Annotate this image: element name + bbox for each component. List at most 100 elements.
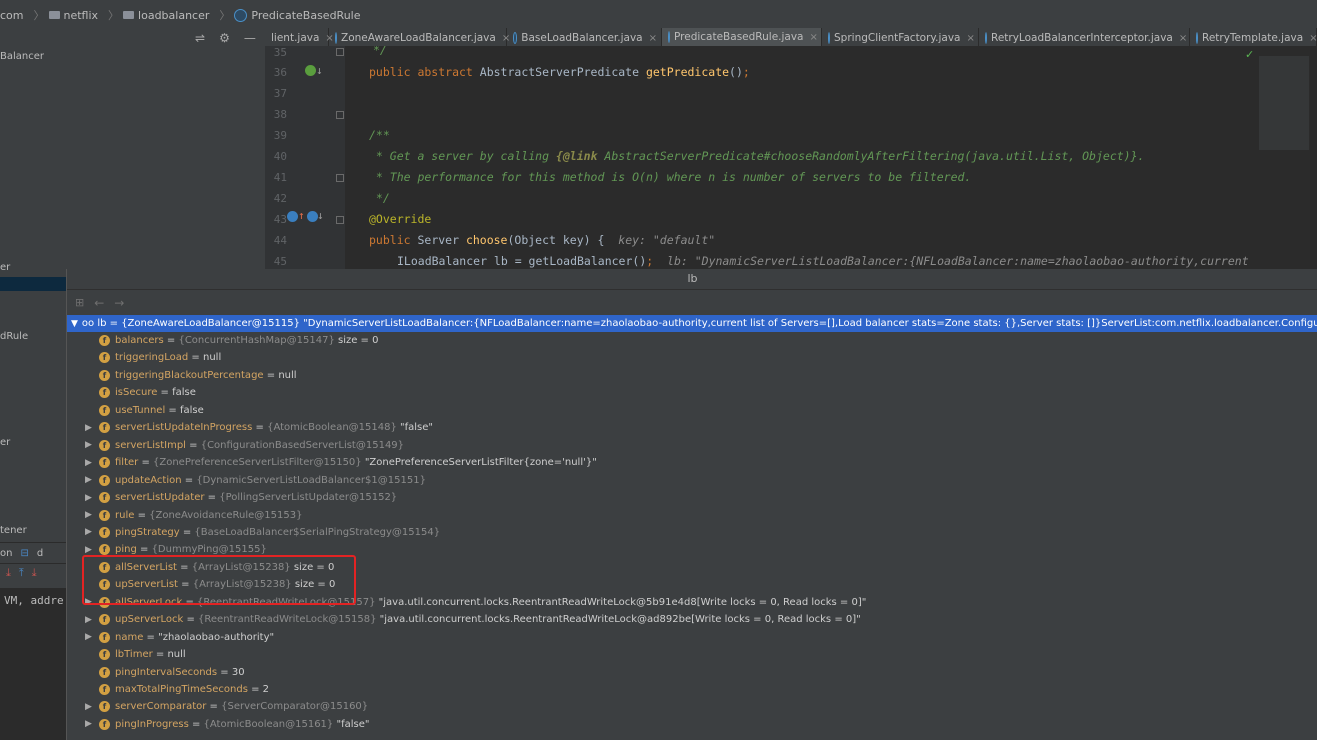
tab-spring-client-factory[interactable]: SpringClientFactory.java ×: [822, 28, 979, 48]
expand-arrow-icon[interactable]: ▼: [71, 319, 78, 329]
close-icon[interactable]: ×: [1179, 33, 1187, 44]
gear-icon[interactable]: ⚙: [219, 31, 230, 45]
close-icon[interactable]: ×: [649, 33, 657, 44]
field-name: serverComparator: [115, 701, 207, 713]
back-arrow-icon[interactable]: ←: [94, 296, 104, 310]
code-editor[interactable]: */ public abstract AbstractServerPredica…: [345, 46, 1257, 270]
field-name: name: [115, 631, 144, 643]
field-text: ping = {DummyPing@15155}: [115, 544, 267, 556]
breadcrumb-item-loadbalancer[interactable]: loadbalancer: [123, 9, 209, 22]
field-name: triggeringLoad: [115, 352, 189, 364]
field-name: pingInProgress: [115, 718, 189, 730]
expand-arrow-icon[interactable]: ▶: [85, 475, 92, 485]
step-down-icon[interactable]: ⤓: [6, 566, 11, 580]
tab-zone-aware-load-balancer[interactable]: ZoneAwareLoadBalancer.java ×: [329, 28, 510, 48]
project-item[interactable]: dRule: [0, 331, 28, 342]
close-icon[interactable]: ×: [1309, 33, 1317, 44]
fold-icon[interactable]: [336, 48, 344, 56]
minimap[interactable]: ✓: [1245, 46, 1317, 270]
field-row-triggeringBlackoutPercentage[interactable]: f triggeringBlackoutPercentage = null: [67, 367, 1317, 384]
field-icon: f: [99, 684, 110, 695]
tree-root-row[interactable]: ▼ oo lb = {ZoneAwareLoadBalancer@15115} …: [67, 315, 1317, 332]
breadcrumb-item-com[interactable]: com: [0, 9, 24, 22]
field-row-serverListImpl[interactable]: ▶ f serverListImpl = {ConfigurationBasedSe…: [67, 437, 1317, 454]
field-text: triggeringBlackoutPercentage = null: [115, 369, 297, 381]
debug-tab[interactable]: on: [0, 548, 12, 559]
tab-predicate-based-rule[interactable]: PredicateBasedRule.java ×: [662, 28, 822, 48]
field-row-pingInProgress[interactable]: ▶ f pingInProgress = {AtomicBoolean@15161}…: [67, 716, 1317, 733]
field-icon: f: [99, 387, 110, 399]
fold-icon[interactable]: [336, 111, 344, 119]
field-row-balancers[interactable]: f balancers = {ConcurrentHashMap@15147} s…: [67, 332, 1317, 349]
tree-icon[interactable]: ⊞: [75, 296, 84, 309]
tab-retry-load-balancer-interceptor[interactable]: RetryLoadBalancerInterceptor.java ×: [979, 28, 1190, 48]
project-item-selected[interactable]: [0, 277, 66, 291]
field-icon: f: [99, 439, 110, 451]
expand-arrow-icon[interactable]: ▶: [85, 702, 92, 712]
popup-toolbar: ⊞ ← →: [67, 290, 1317, 315]
close-icon[interactable]: ×: [810, 32, 818, 43]
expand-arrow-icon[interactable]: ▶: [85, 527, 92, 537]
field-text: lbTimer = null: [115, 649, 186, 661]
expand-arrow-icon[interactable]: ▶: [85, 632, 92, 642]
minimize-icon[interactable]: —: [244, 31, 256, 45]
tab-label: ZoneAwareLoadBalancer.java: [341, 32, 496, 44]
tab-retry-template[interactable]: RetryTemplate.java ×: [1190, 28, 1317, 48]
implements-icon[interactable]: [305, 65, 316, 76]
line-number: 40: [273, 150, 287, 163]
field-row-pingIntervalSeconds[interactable]: f pingIntervalSeconds = 30: [67, 664, 1317, 681]
expand-arrow-icon[interactable]: ▶: [85, 493, 92, 503]
field-row-serverComparator[interactable]: ▶ f serverComparator = {ServerComparator@1…: [67, 698, 1317, 715]
field-row-isSecure[interactable]: f isSecure = false: [67, 384, 1317, 401]
forward-arrow-icon[interactable]: →: [114, 296, 124, 310]
tab-base-load-balancer[interactable]: BaseLoadBalancer.java ×: [507, 28, 662, 48]
field-row-filter[interactable]: ▶ f filter = {ZonePreferenceServerListFilt…: [67, 454, 1317, 471]
project-item[interactable]: Balancer: [0, 51, 44, 62]
field-row-serverListUpdateInProgress[interactable]: ▶ f serverListUpdateInProgress = {AtomicBo…: [67, 419, 1317, 436]
field-icon: f: [99, 457, 110, 469]
field-row-maxTotalPingTimeSeconds[interactable]: f maxTotalPingTimeSeconds = 2: [67, 681, 1317, 698]
expand-arrow-icon[interactable]: ▶: [85, 719, 92, 729]
breadcrumb-item-netflix[interactable]: netflix: [48, 9, 98, 22]
step-out-icon[interactable]: ⤓: [32, 566, 37, 580]
field-row-useTunnel[interactable]: f useTunnel = false: [67, 402, 1317, 419]
field-row-updateAction[interactable]: ▶ f updateAction = {DynamicServerListLoadB…: [67, 472, 1317, 489]
project-item[interactable]: er: [0, 437, 10, 448]
close-icon[interactable]: ×: [966, 33, 974, 44]
breadcrumb: com 〉 netflix 〉 loadbalancer 〉 Predicate…: [0, 0, 1317, 31]
code-line-40: * The performance for this method is O(n…: [369, 170, 972, 184]
field-icon: f: [99, 666, 110, 678]
field-row-serverListUpdater[interactable]: ▶ f serverListUpdater = {PollingServerList…: [67, 489, 1317, 506]
field-row-pingStrategy[interactable]: ▶ f pingStrategy = {BaseLoadBalancer$Seria…: [67, 524, 1317, 541]
field-text: upServerLock = {ReentrantReadWriteLock@1…: [115, 614, 861, 626]
console-text: VM, addre: [4, 594, 64, 607]
field-row-name[interactable]: ▶ f name = "zhaolaobao-authority": [67, 629, 1317, 646]
tab-client[interactable]: lient.java ×: [265, 28, 334, 48]
override-icon[interactable]: [287, 211, 298, 222]
expand-arrow-icon[interactable]: ▶: [85, 458, 92, 468]
breadcrumb-item-class[interactable]: PredicateBasedRule: [234, 8, 361, 22]
expand-arrow-icon[interactable]: ▶: [85, 510, 92, 520]
expand-arrow-icon[interactable]: ▶: [85, 545, 92, 555]
variable-inspector-popup[interactable]: lb ⊞ ← → ▼ oo lb = {ZoneAwareLoadBalance…: [66, 269, 1317, 740]
field-text: serverListUpdater = {PollingServerListUp…: [115, 492, 398, 504]
field-row-lbTimer[interactable]: f lbTimer = null: [67, 646, 1317, 663]
project-item[interactable]: tener: [0, 525, 27, 536]
collapse-icon[interactable]: ⇌: [195, 31, 205, 45]
fold-icon[interactable]: [336, 216, 344, 224]
field-row-triggeringLoad[interactable]: f triggeringLoad = null: [67, 349, 1317, 366]
check-icon: ✓: [1245, 48, 1255, 61]
project-item[interactable]: er: [0, 262, 10, 273]
field-row-upServerLock[interactable]: ▶ f upServerLock = {ReentrantReadWriteLock…: [67, 611, 1317, 628]
expand-arrow-icon[interactable]: ▶: [85, 440, 92, 450]
expand-arrow-icon[interactable]: ▶: [85, 423, 92, 433]
debugger-icon[interactable]: ⊟: [20, 548, 28, 559]
step-up-icon[interactable]: ⤒: [19, 566, 24, 580]
fold-icon[interactable]: [336, 174, 344, 182]
console-tab[interactable]: d: [37, 548, 43, 559]
field-row-rule[interactable]: ▶ f rule = {ZoneAvoidanceRule@15153}: [67, 507, 1317, 524]
class-icon: [828, 32, 830, 44]
expand-arrow-icon[interactable]: ▶: [85, 615, 92, 625]
class-icon: [985, 32, 987, 44]
field-ref: {ServerComparator@15160}: [221, 701, 369, 713]
